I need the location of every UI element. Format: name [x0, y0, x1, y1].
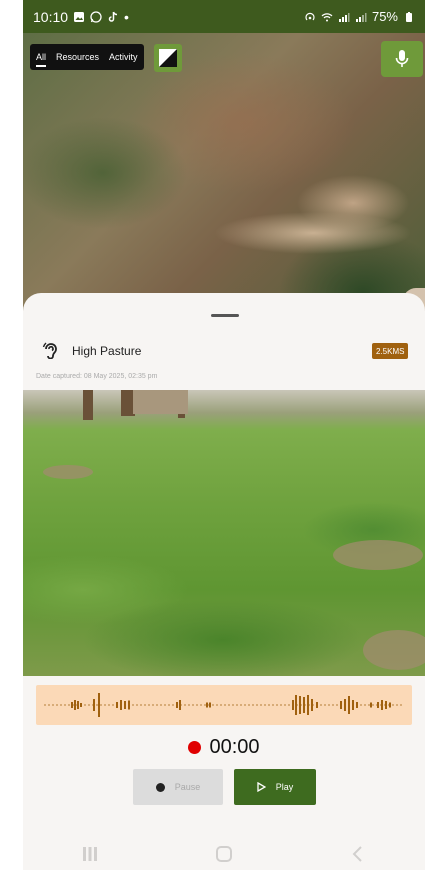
waveform-bar — [176, 702, 178, 708]
waveform-bar — [209, 702, 211, 708]
back-icon[interactable] — [348, 844, 368, 864]
waveform-bar — [206, 702, 208, 708]
tab-resources[interactable]: Resources — [56, 52, 99, 62]
microphone-icon — [395, 50, 409, 67]
waveform-bar — [356, 702, 358, 708]
resource-photo — [23, 390, 425, 676]
waveform-bar — [71, 702, 73, 708]
waveform-bar — [311, 699, 313, 711]
waveform-bar — [77, 701, 79, 709]
photo-building — [133, 390, 188, 414]
waveform-bar — [348, 696, 350, 714]
battery-percent: 75% — [371, 9, 398, 24]
photo-tree-trunk — [83, 390, 93, 420]
whatsapp-notification-icon — [90, 10, 102, 23]
tab-all[interactable]: All — [36, 52, 47, 67]
battery-icon — [406, 11, 412, 22]
date-captured: Date captured: 08 May 2025, 02:35 pm — [36, 373, 158, 380]
waveform-bar — [385, 701, 387, 709]
waveform-bar — [316, 702, 318, 708]
waveform-bar — [116, 702, 118, 708]
waveform-bar — [295, 695, 297, 715]
more-notifications-dot-icon: • — [124, 8, 129, 25]
distance-badge: 2.5KMS — [372, 343, 409, 359]
waveform-bar — [389, 702, 391, 708]
hotspot-icon — [305, 12, 315, 20]
recent-apps-icon[interactable] — [80, 844, 100, 864]
play-button[interactable]: Play — [234, 769, 316, 805]
satellite-map[interactable]: All Resources Activity 7 — [23, 33, 425, 323]
photo-dirt-patch — [363, 630, 425, 670]
waveform-bar — [299, 696, 301, 714]
play-label: Play — [275, 782, 294, 792]
waveform-bar — [74, 700, 76, 710]
waveform-bar — [124, 701, 126, 709]
layer-toggle-icon — [159, 49, 177, 67]
waveform-bar — [377, 702, 379, 708]
cell-signal-icon-2 — [355, 12, 367, 22]
voice-record-button[interactable] — [381, 41, 423, 77]
waveform-bar — [307, 695, 309, 715]
play-triangle-icon — [257, 782, 266, 792]
pause-label: Pause — [174, 782, 201, 792]
recording-timer: 00:00 — [23, 733, 425, 761]
record-indicator-icon — [188, 740, 202, 754]
pause-button[interactable]: Pause — [133, 769, 223, 805]
tiktok-notification-icon — [108, 11, 118, 22]
audio-waveform[interactable] — [36, 685, 412, 725]
waveform-bar — [340, 701, 342, 709]
photo-dirt-patch — [333, 540, 423, 570]
map-filter-tabs: All Resources Activity — [30, 44, 144, 70]
home-icon[interactable] — [214, 844, 234, 864]
waveform-bar — [98, 693, 100, 717]
resource-detail-sheet: High Pasture 2.5KMS Date captured: 08 Ma… — [23, 293, 425, 870]
waveform-bar — [179, 700, 181, 710]
waveform-bar — [344, 699, 346, 711]
waveform-bar — [120, 700, 122, 710]
ear-sound-icon — [42, 342, 57, 359]
sheet-drag-handle[interactable] — [211, 314, 239, 317]
wifi-signal-icon — [321, 12, 333, 21]
photo-dirt-patch — [43, 465, 93, 479]
record-dot-icon — [155, 782, 165, 792]
waveform-bar — [352, 700, 354, 710]
place-name: High Pasture — [72, 344, 142, 358]
waveform-bar — [303, 697, 305, 713]
waveform-bar — [93, 699, 95, 711]
phone-screen: 10:10 • 75% All Resources Activity High … — [23, 0, 425, 870]
map-layer-button[interactable] — [154, 44, 182, 72]
waveform-bar — [381, 700, 383, 710]
waveform-bar — [370, 702, 372, 708]
waveform-bar — [128, 700, 130, 710]
tab-activity[interactable]: Activity — [109, 52, 138, 62]
status-bar: 10:10 • 75% — [23, 0, 425, 33]
system-nav-bar — [23, 838, 425, 870]
timer-text: 00:00 — [209, 735, 260, 758]
cell-signal-icon — [338, 12, 350, 22]
status-time: 10:10 — [33, 8, 69, 25]
waveform-bar — [80, 703, 82, 707]
gallery-notification-icon — [74, 11, 85, 22]
waveform-bar — [292, 700, 294, 710]
